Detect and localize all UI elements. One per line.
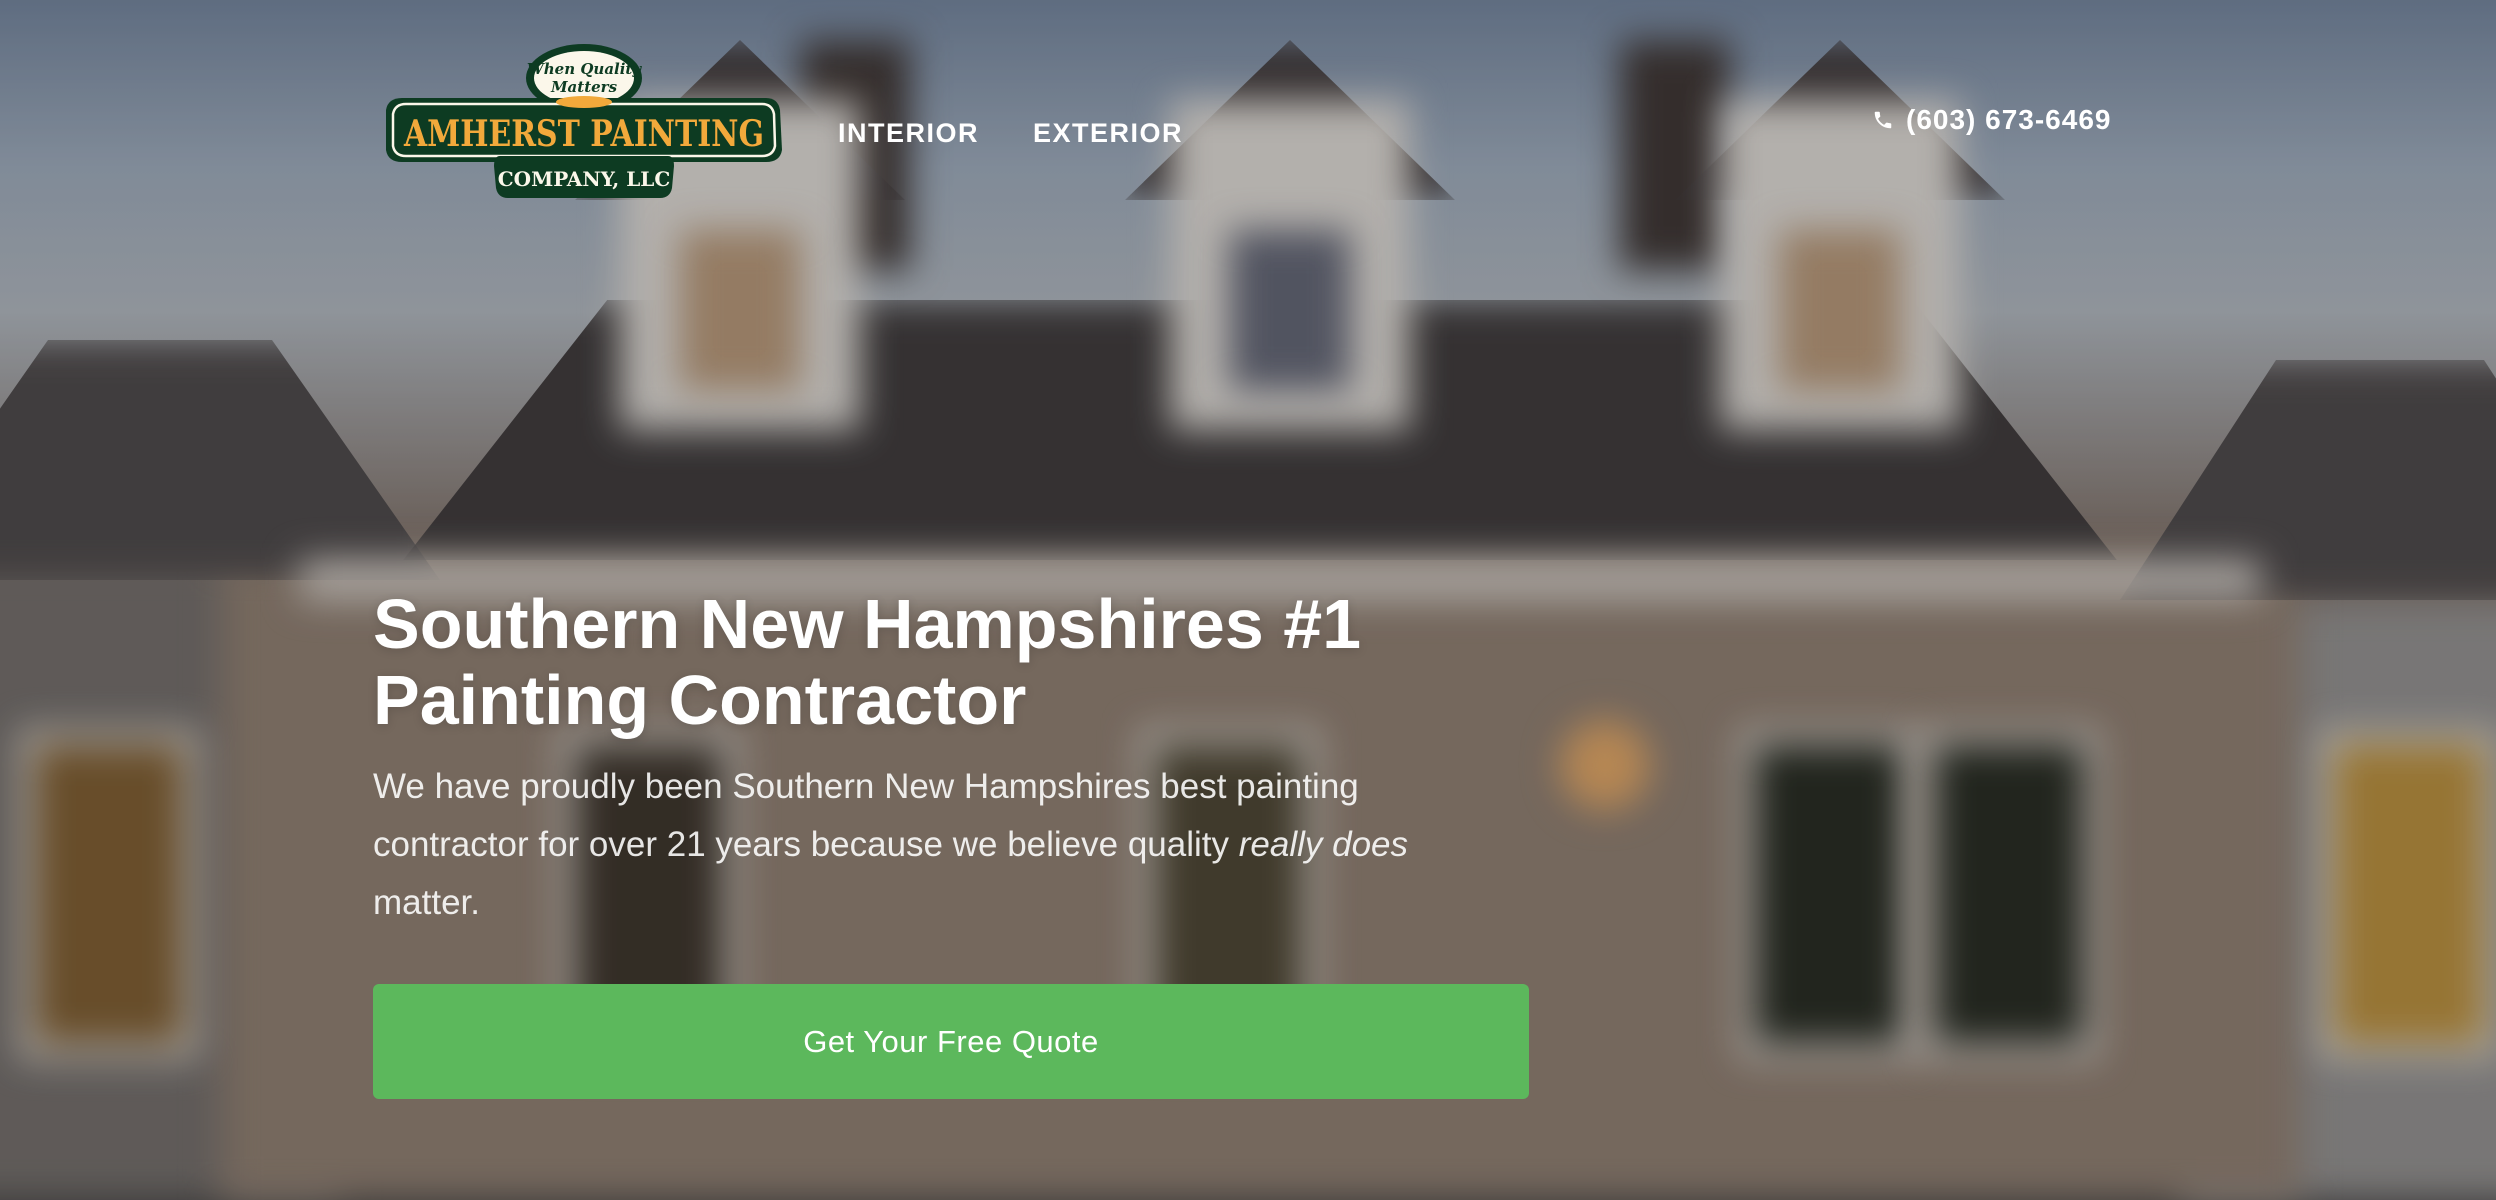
nav-item-interior[interactable]: INTERIOR (838, 118, 979, 149)
hero-text-end: matter. (373, 883, 480, 922)
hero-text-emphasis: really does (1238, 825, 1409, 864)
logo-tagline-line2: Matters (550, 78, 618, 96)
phone-link[interactable]: (603) 673-6469 (1872, 104, 2111, 136)
phone-icon (1874, 111, 1892, 129)
hero-title-line2: Painting Contractor (373, 661, 1027, 739)
hero-description: We have proudly been Southern New Hampsh… (373, 758, 1503, 932)
logo-tagline-line1: When Quality (527, 60, 642, 78)
hero-text-main: We have proudly been Southern New Hampsh… (373, 767, 1359, 864)
logo-company-subname: COMPANY, LLC (498, 167, 671, 191)
phone-number: (603) 673-6469 (1906, 104, 2112, 135)
hero-title: Southern New Hampshires #1 Painting Cont… (373, 586, 1573, 738)
logo-company-name: AMHERST PAINTING (403, 113, 764, 155)
company-logo[interactable]: When Quality Matters AMHERST PAINTING CO… (382, 42, 786, 202)
nav-item-exterior[interactable]: EXTERIOR (1033, 118, 1183, 149)
hero-title-line1: Southern New Hampshires #1 (373, 585, 1362, 663)
main-navigation: INTERIOR EXTERIOR (838, 118, 1183, 149)
free-quote-button[interactable]: Get Your Free Quote (373, 984, 1529, 1099)
